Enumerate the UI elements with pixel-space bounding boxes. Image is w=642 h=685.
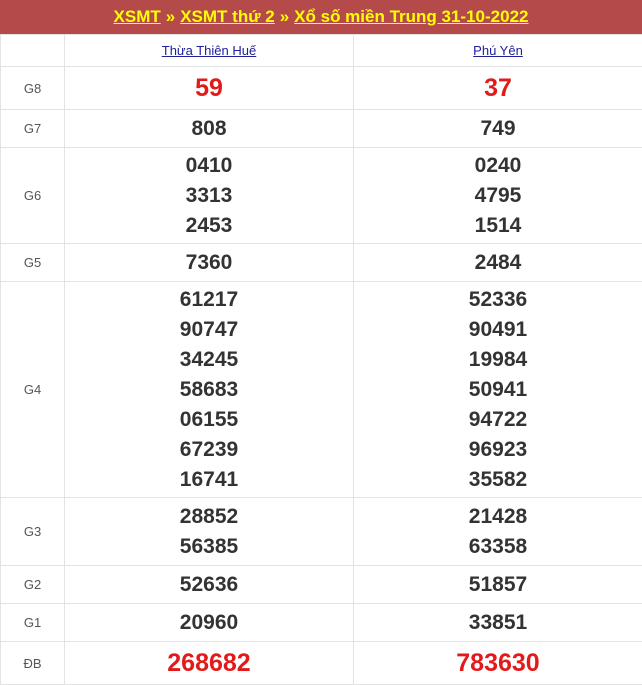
prize-number: 52636 [65,570,353,600]
province-header: Thừa Thiên Huế [65,35,354,67]
prize-number: 2484 [354,248,642,278]
prize-label: G6 [1,148,65,244]
prize-cell: 20960 [65,604,354,642]
prize-number: 4795 [354,181,642,211]
prize-cell: 59 [65,67,354,110]
prize-number: 59 [65,73,353,103]
prize-label: G8 [1,67,65,110]
prize-number: 94722 [354,405,642,435]
prize-cell: 51857 [354,566,642,604]
province-header: Phú Yên [354,35,642,67]
prize-label: G7 [1,110,65,148]
prize-number: 33851 [354,608,642,638]
prize-number: 0240 [354,151,642,181]
prize-label: G4 [1,282,65,498]
prize-number: 50941 [354,375,642,405]
prize-number: 28852 [65,502,353,532]
prize-cell: 749 [354,110,642,148]
province-link-phu-yen[interactable]: Phú Yên [473,43,523,58]
breadcrumb-separator: » [280,7,289,27]
results-body: G85937G7808749G6041033132453024047951514… [1,67,642,685]
results-panel: XSMT » XSMT thứ 2 » Xổ số miền Trung 31-… [0,0,642,680]
prize-number: 61217 [65,285,353,315]
prize-row: G25263651857 [1,566,642,604]
prize-number: 52336 [354,285,642,315]
prize-number: 90747 [65,315,353,345]
prize-cell: 61217907473424558683061556723916741 [65,282,354,498]
prize-number: 06155 [65,405,353,435]
prize-row: G461217907473424558683061556723916741523… [1,282,642,498]
prize-row: G7808749 [1,110,642,148]
prize-number: 749 [354,114,642,144]
prize-number: 2453 [65,211,353,241]
prize-row: ĐB268682783630 [1,642,642,685]
header-empty-cell [1,35,65,67]
prize-label: G3 [1,498,65,566]
prize-number: 808 [65,114,353,144]
prize-number: 90491 [354,315,642,345]
prize-cell: 7360 [65,244,354,282]
breadcrumb-title-link[interactable]: Xổ số miền Trung 31-10-2022 [294,7,528,27]
prize-cell: 2142863358 [354,498,642,566]
results-table: Thừa Thiên Huế Phú Yên G85937G7808749G60… [0,34,642,685]
prize-number: 1514 [354,211,642,241]
prize-number: 20960 [65,608,353,638]
prize-number: 16741 [65,465,353,495]
province-link-thua-thien-hue[interactable]: Thừa Thiên Huế [162,43,256,58]
prize-number: 783630 [354,648,642,678]
prize-label: ĐB [1,642,65,685]
prize-number: 37 [354,73,642,103]
prize-row: G6041033132453024047951514 [1,148,642,244]
prize-cell: 783630 [354,642,642,685]
prize-number: 268682 [65,648,353,678]
prize-row: G85937 [1,67,642,110]
province-header-row: Thừa Thiên Huế Phú Yên [1,35,642,67]
breadcrumb-weekday-link[interactable]: XSMT thứ 2 [180,7,274,27]
prize-number: 35582 [354,465,642,495]
prize-number: 7360 [65,248,353,278]
prize-row: G573602484 [1,244,642,282]
breadcrumb-header: XSMT » XSMT thứ 2 » Xổ số miền Trung 31-… [0,0,642,34]
prize-number: 19984 [354,345,642,375]
prize-number: 67239 [65,435,353,465]
prize-cell: 268682 [65,642,354,685]
prize-row: G12096033851 [1,604,642,642]
prize-cell: 041033132453 [65,148,354,244]
prize-number: 58683 [65,375,353,405]
prize-number: 21428 [354,502,642,532]
prize-number: 96923 [354,435,642,465]
prize-number: 63358 [354,532,642,562]
prize-cell: 52636 [65,566,354,604]
prize-number: 0410 [65,151,353,181]
prize-number: 34245 [65,345,353,375]
prize-number: 56385 [65,532,353,562]
prize-label: G5 [1,244,65,282]
prize-label: G1 [1,604,65,642]
prize-row: G328852563852142863358 [1,498,642,566]
prize-number: 3313 [65,181,353,211]
prize-cell: 33851 [354,604,642,642]
prize-number: 51857 [354,570,642,600]
breadcrumb-xsmt-link[interactable]: XSMT [114,7,161,27]
prize-cell: 2484 [354,244,642,282]
prize-cell: 2885256385 [65,498,354,566]
breadcrumb-separator: » [166,7,175,27]
prize-cell: 37 [354,67,642,110]
prize-cell: 52336904911998450941947229692335582 [354,282,642,498]
prize-cell: 808 [65,110,354,148]
prize-cell: 024047951514 [354,148,642,244]
prize-label: G2 [1,566,65,604]
